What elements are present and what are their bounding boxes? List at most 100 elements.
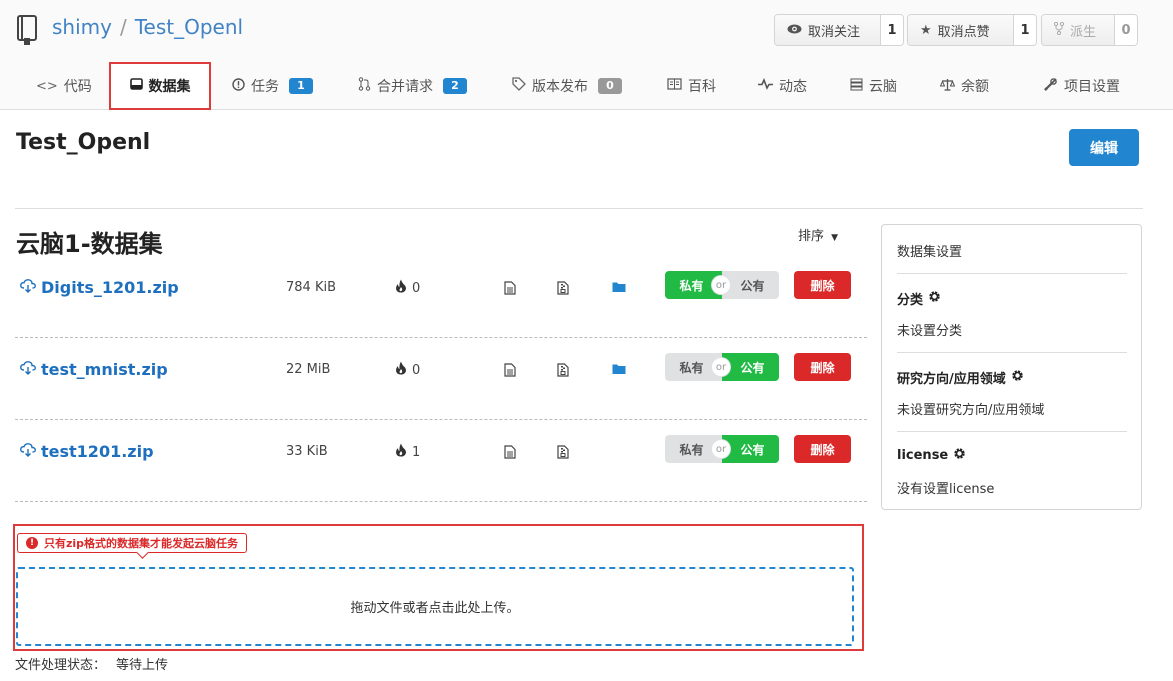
tab-datasets-label: 数据集 [148, 79, 191, 95]
dataset-download-link[interactable]: test1201.zip [20, 442, 154, 461]
cloud-download-icon [20, 442, 36, 461]
divider [897, 273, 1127, 274]
gear-icon[interactable] [953, 447, 966, 464]
dataset-size: 784 KiB [286, 280, 337, 295]
dataset-size: 22 MiB [286, 362, 331, 377]
dataset-settings-panel: 数据集设置 分类 未设置分类 研究方向/应用领域 未设置研究方向/应用领域 li… [881, 224, 1142, 510]
tab-releases-label: 版本发布 [532, 79, 588, 95]
fork-button[interactable]: 派生 0 [1041, 14, 1138, 46]
wiki-icon [667, 78, 682, 94]
tab-code-label: 代码 [63, 79, 92, 95]
upload-dropzone[interactable]: 拖动文件或者点击此处上传。 [16, 567, 854, 646]
file-zip-icon[interactable] [557, 363, 569, 381]
file-zip-icon[interactable] [557, 445, 569, 463]
fork-count[interactable]: 0 [1115, 15, 1137, 45]
file-icon[interactable] [504, 281, 516, 299]
tab-wiki[interactable]: 百科 [667, 62, 716, 110]
tab-releases[interactable]: 版本发布 0 [512, 62, 622, 110]
unwatch-button[interactable]: 取消关注 1 [774, 14, 904, 46]
public-option[interactable]: 公有 [722, 353, 779, 381]
sort-dropdown[interactable]: 排序 ▼ [798, 225, 838, 244]
watch-count[interactable]: 1 [881, 15, 903, 45]
dataset-row: test_mnist.zip 22 MiB 0 私有 公有 or 删除 [15, 338, 867, 420]
code-icon: <> [36, 78, 58, 94]
settings-heading: 数据集设置 [897, 245, 963, 260]
divider [15, 208, 1143, 209]
delete-button[interactable]: 删除 [794, 353, 851, 381]
breadcrumb-separator: / [119, 15, 127, 39]
edit-button[interactable]: 编辑 [1069, 129, 1139, 166]
divider [897, 352, 1127, 353]
upload-status: 文件处理状态： 等待上传 [15, 654, 168, 673]
cloud-download-icon [20, 278, 36, 297]
unstar-label: 取消点赞 [937, 24, 990, 40]
folder-icon[interactable] [612, 363, 626, 379]
visibility-toggle[interactable]: 私有 公有 or [665, 435, 779, 463]
tag-icon [512, 77, 526, 95]
tab-balance[interactable]: 余额 [939, 62, 989, 110]
visibility-toggle[interactable]: 私有 公有 or [665, 271, 779, 299]
folder-icon[interactable] [612, 281, 626, 297]
tab-datasets[interactable]: 数据集 [109, 62, 211, 110]
dataset-downloads: 0 [395, 279, 420, 297]
repo-name-link[interactable]: Test_Openl [135, 15, 243, 39]
tab-settings[interactable]: 项目设置 [1043, 62, 1120, 110]
file-zip-icon[interactable] [557, 281, 569, 299]
dataset-row: Digits_1201.zip 784 KiB 0 私有 公有 or 删除 [15, 256, 867, 338]
repo-icon [17, 15, 37, 45]
tab-issues[interactable]: 任务 1 [232, 62, 313, 110]
tab-cloudbrain[interactable]: 云脑 [850, 62, 897, 110]
category-label: 分类 [897, 293, 924, 308]
releases-count-badge: 0 [598, 78, 622, 94]
file-icon[interactable] [504, 363, 516, 381]
tools-icon [1043, 77, 1058, 96]
gear-icon[interactable] [928, 290, 941, 307]
dataset-name: test_mnist.zip [41, 360, 168, 379]
tab-issues-label: 任务 [251, 79, 279, 95]
caret-down-icon: ▼ [831, 233, 839, 243]
tab-balance-label: 余额 [961, 79, 989, 95]
pull-requests-count-badge: 2 [443, 78, 467, 94]
file-icon[interactable] [504, 445, 516, 463]
cloud-download-icon [20, 360, 36, 379]
issue-icon [232, 77, 245, 95]
issues-count-badge: 1 [289, 78, 313, 94]
gear-icon[interactable] [1011, 369, 1024, 386]
tab-code[interactable]: <> 代码 [36, 62, 92, 110]
research-label: 研究方向/应用领域 [897, 372, 1006, 387]
delete-button[interactable]: 删除 [794, 271, 851, 299]
fork-icon [1053, 21, 1065, 39]
tab-wiki-label: 百科 [688, 79, 716, 95]
flame-icon [395, 443, 407, 461]
or-divider: or [712, 440, 730, 458]
public-option[interactable]: 公有 [722, 271, 779, 299]
dataset-download-link[interactable]: Digits_1201.zip [20, 278, 179, 297]
repo-owner-link[interactable]: shimy [52, 15, 112, 39]
or-divider: or [712, 276, 730, 294]
dataset-icon [129, 78, 143, 94]
balance-icon [939, 78, 956, 95]
category-value: 未设置分类 [897, 324, 963, 339]
repo-header: shimy / Test_Openl 取消关注 1 ★ 取消点赞 1 派生 0 <> 代… [0, 0, 1173, 110]
delete-button[interactable]: 删除 [794, 435, 851, 463]
tab-pull-requests[interactable]: 合并请求 2 [358, 62, 467, 110]
star-icon: ★ [920, 22, 932, 38]
research-value: 未设置研究方向/应用领域 [897, 403, 1045, 418]
visibility-toggle[interactable]: 私有 公有 or [665, 353, 779, 381]
tab-activity[interactable]: 动态 [758, 62, 807, 110]
sort-label: 排序 [798, 229, 825, 244]
zip-warning-text: 只有zip格式的数据集才能发起云脑任务 [44, 537, 239, 550]
public-option[interactable]: 公有 [722, 435, 779, 463]
status-label: 文件处理状态： [15, 658, 107, 673]
fork-label: 派生 [1070, 24, 1097, 40]
flame-icon [395, 279, 407, 297]
page-title: Test_Openl [16, 130, 151, 155]
dataset-download-link[interactable]: test_mnist.zip [20, 360, 168, 379]
dataset-row: test1201.zip 33 KiB 1 私有 公有 or 删除 [15, 420, 867, 502]
eye-icon [787, 23, 802, 38]
star-count[interactable]: 1 [1014, 15, 1036, 45]
repo-tabs: <> 代码 数据集 任务 1 合并请求 2 版本发布 0 百科 动态 云脑 余额… [0, 62, 1173, 110]
unstar-button[interactable]: ★ 取消点赞 1 [907, 14, 1037, 46]
download-count: 1 [412, 444, 421, 460]
dataset-size: 33 KiB [286, 444, 328, 459]
